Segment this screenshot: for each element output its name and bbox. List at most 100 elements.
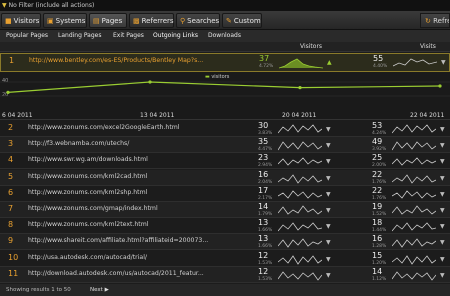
row-menu-icon[interactable]: ▼ [440, 207, 445, 214]
row-menu-icon[interactable]: ▼ [326, 223, 331, 230]
table-row[interactable]: 6 http://www.zonums.com/kml2shp.html 17 2.1… [0, 186, 450, 202]
visits-value: 18 [372, 218, 383, 228]
tab-searches[interactable]: ⚲ Searches [176, 13, 220, 28]
visitors-percent: 1.79% [258, 212, 273, 217]
row-menu-icon[interactable]: ▼ [326, 256, 331, 263]
visitors-value: 13 [258, 218, 269, 228]
data-point[interactable] [298, 86, 302, 90]
row-number: 11 [8, 268, 19, 278]
row-menu-icon[interactable]: ▼ [440, 223, 445, 230]
data-point[interactable] [438, 84, 442, 88]
next-button[interactable]: Next ▶ [90, 284, 109, 296]
row-number: 4 [8, 155, 14, 165]
visitors-percent: 2.94% [258, 163, 273, 169]
row-url[interactable]: http://www.swr.wg.am/downloads.html [28, 156, 228, 163]
table-row[interactable]: 3 http://f3.webnamba.com/utechs/35 4.47% ▼ 4… [0, 137, 450, 154]
row-url[interactable]: http://www.zonums.com/kml2cad.html [28, 173, 228, 180]
row-menu-icon[interactable]: ▼ [326, 239, 331, 246]
visits-percent: 1.12% [372, 276, 387, 282]
x-tick: 20 04 2011 [282, 112, 317, 119]
row-menu-icon[interactable]: ▼ [326, 207, 331, 214]
subtab-exit-pages[interactable]: Exit Pages [113, 30, 144, 42]
row-menu-icon[interactable]: ▼ [440, 142, 445, 149]
visitors-value: 16 [258, 169, 269, 179]
tab-referrers[interactable]: ▩ Referrers [129, 13, 174, 28]
row-url[interactable]: http://f3.webnamba.com/utechs/ [28, 140, 228, 147]
visitors-sparkline [278, 205, 322, 215]
refresh-button[interactable]: ↻ Refresh [420, 13, 450, 28]
visits-value: 15 [372, 250, 383, 260]
row-menu-icon[interactable]: ▼ [440, 158, 445, 165]
visitors-sparkline [278, 141, 322, 151]
row-menu-icon[interactable]: ▼ [441, 59, 446, 66]
row-menu-icon[interactable]: ▼ [326, 191, 331, 198]
tab-custom[interactable]: ✎ Custom [222, 13, 262, 28]
table-row[interactable]: 10 http://usa.autodesk.com/autocad/trial/… [0, 251, 450, 267]
data-point[interactable] [148, 80, 152, 84]
visits-value: 14 [372, 266, 383, 276]
row-url[interactable]: http://download.autodesk.com/us/autocad/… [28, 270, 228, 277]
visits-sparkline [392, 254, 436, 265]
visits-percent: 1.52% [372, 212, 387, 217]
row-menu-icon[interactable]: ▼ [440, 191, 445, 198]
row-menu-icon[interactable]: ▼ [440, 272, 445, 279]
row-menu-icon[interactable]: ▼ [326, 142, 331, 149]
row-menu-icon[interactable]: ▼ [326, 175, 331, 182]
visitors-percent: 2.17% [258, 195, 273, 201]
visits-percent: 3.92% [372, 147, 387, 153]
footer: Showing results 1 to 50 Next ▶ [0, 284, 450, 296]
visits-sparkline [392, 205, 436, 215]
row-menu-icon[interactable]: ▼ [326, 126, 331, 133]
visits-value: 53 [372, 121, 383, 130]
row-url[interactable]: http://www.shareit.com/affiliate.html?af… [28, 237, 228, 244]
row-url[interactable]: http://www.zonums.com/excel2GoogleEarth.… [28, 124, 228, 131]
row-number: 6 [8, 187, 14, 197]
visitors-percent: 4.72% [259, 64, 274, 69]
visitors-percent: 2.04% [258, 179, 273, 185]
visitors-value: 12 [258, 250, 269, 260]
tab-systems[interactable]: ▣ Systems [43, 13, 87, 28]
row-menu-icon[interactable]: ▼ [326, 272, 331, 279]
row-url[interactable]: http://usa.autodesk.com/autocad/trial/ [28, 254, 228, 261]
table-row[interactable]: 11 http://download.autodesk.com/us/autoca… [0, 266, 450, 283]
chart-plot [0, 80, 450, 97]
table-row[interactable]: 8 http://www.zonums.com/kml2text.html 13 1.… [0, 218, 450, 235]
row-url[interactable]: http://www.bentley.com/es-ES/Products/Be… [29, 57, 229, 64]
table-row[interactable]: 5 http://www.zonums.com/kml2cad.html 16 2.0… [0, 169, 450, 186]
visitors-chart: ▬ visitors 40 20 6 04 2011 13 04 2011 20… [0, 72, 450, 120]
row-url[interactable]: http://www.zonums.com/kml2text.html [28, 221, 228, 228]
visitors-percent: 1.53% [258, 276, 273, 282]
filter-bar[interactable]: ▼ No Filter (include all actions) [0, 0, 450, 11]
row-number: 10 [8, 252, 19, 262]
table-row[interactable]: 9 http://www.shareit.com/affiliate.html?a… [0, 234, 450, 251]
row-menu-icon[interactable]: ▼ [440, 175, 445, 182]
visitors-percent: 3.83% [258, 131, 273, 136]
table-row[interactable]: 1 http://www.bentley.com/es-ES/Products/… [0, 53, 450, 72]
visits-sparkline [393, 58, 437, 67]
tab-pages[interactable]: ▤ Pages [89, 13, 127, 28]
row-menu-icon[interactable]: ▼ [326, 158, 331, 165]
col-visits[interactable]: Visits [420, 42, 436, 52]
x-tick: 6 04 2011 [2, 112, 33, 119]
row-menu-icon[interactable]: ▼ [440, 126, 445, 133]
visitors-percent: 1.66% [258, 228, 273, 234]
visitors-value: 35 [258, 137, 269, 147]
table-row[interactable]: 7 http://www.zonums.com/gmap/index.html 14… [0, 202, 450, 218]
tab-visitors[interactable]: ■ Visitors [1, 13, 41, 28]
row-menu-icon[interactable]: ▼ [440, 256, 445, 263]
table-row[interactable]: 2 http://www.zonums.com/excel2GoogleEarth… [0, 121, 450, 137]
subtab-landing-pages[interactable]: Landing Pages [58, 30, 101, 42]
systems-icon: ▣ [47, 17, 54, 25]
subtab-downloads[interactable]: Downloads [208, 30, 241, 42]
row-menu-icon[interactable]: ▼ [440, 239, 445, 246]
col-visitors[interactable]: Visitors [300, 42, 322, 52]
table-row[interactable]: 4 http://www.swr.wg.am/downloads.html 23 2.… [0, 153, 450, 170]
row-url[interactable]: http://www.zonums.com/kml2shp.html [28, 189, 228, 196]
data-point[interactable] [6, 90, 10, 94]
x-tick: 13 04 2011 [140, 112, 175, 119]
visits-sparkline [392, 190, 436, 199]
visitors-value: 23 [258, 153, 269, 163]
row-url[interactable]: http://www.zonums.com/gmap/index.html [28, 205, 228, 212]
subtab-popular-pages[interactable]: Popular Pages [6, 30, 48, 42]
series-line-visitors [7, 81, 441, 93]
